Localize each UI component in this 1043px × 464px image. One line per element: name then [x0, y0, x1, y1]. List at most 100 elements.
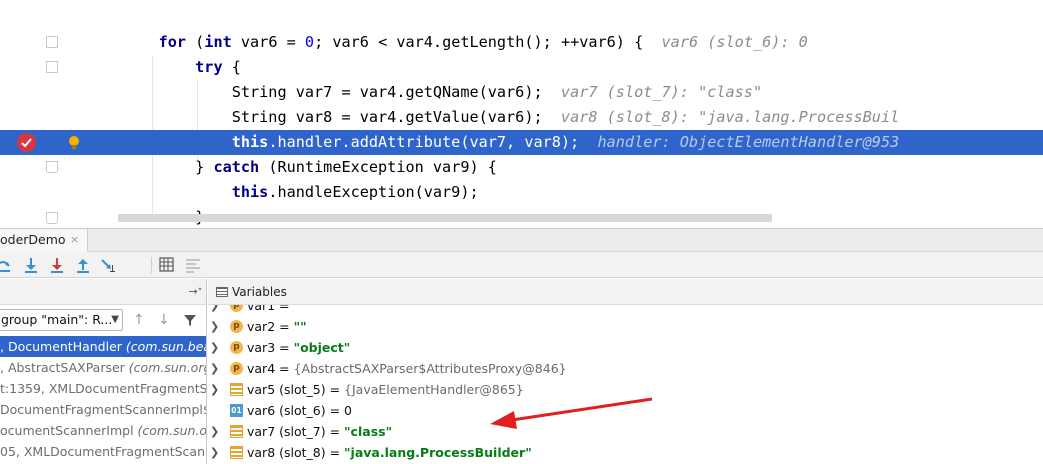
variable-value: "class": [344, 424, 393, 439]
frame-package: (com.sun.beans: [125, 339, 206, 354]
code-line[interactable]: for (int var6 = 0; var6 < var4.getLength…: [0, 30, 1043, 55]
code-line[interactable]: } catch (RuntimeException var9) {: [0, 155, 1043, 180]
code-token: {: [222, 58, 241, 76]
variable-value: {JavaElementHandler@865}: [344, 382, 524, 397]
keyword-token: for: [158, 33, 187, 51]
variable-row[interactable]: ❯ var8 (slot_8) = "java.lang.ProcessBuild…: [208, 442, 1043, 463]
tab-debug-session[interactable]: oderDemo ×: [0, 229, 88, 252]
code-editor[interactable]: for (int var6 = 0; var6 < var4.getLength…: [0, 0, 1043, 228]
variable-text: var7 (slot_7) = "class": [247, 424, 393, 439]
expand-icon[interactable]: ❯: [210, 358, 219, 379]
inline-value-hint: var6 (slot_6): 0: [661, 33, 808, 51]
arrow-down-icon[interactable]: ↓: [158, 312, 170, 328]
variable-row[interactable]: ❯ p var2 = "": [208, 316, 1043, 337]
code-token: var6 =: [231, 33, 305, 51]
step-over-icon[interactable]: [0, 256, 12, 274]
run-to-cursor-icon[interactable]: [100, 256, 118, 274]
variable-row[interactable]: ❯ var5 (slot_5) = {JavaElementHandler@865…: [208, 379, 1043, 400]
variables-icon: [216, 287, 228, 297]
variables-title: Variables: [232, 285, 287, 299]
frame-method: 05, XMLDocumentFragmentScanner: [0, 444, 206, 459]
code-line[interactable]: this.handleException(var9);: [0, 180, 1043, 205]
frame-item[interactable]: DocumentFragmentScannerImpl$Frag: [0, 399, 206, 420]
code-token: String var7 = var4.getQName(var6);: [231, 83, 543, 101]
code-text: this.handler.addAttribute(var7, var8); h…: [122, 130, 900, 155]
close-icon[interactable]: ×: [70, 229, 79, 251]
frame-item[interactable]: 05, XMLDocumentFragmentScanner: [0, 441, 206, 462]
frame-method: , AbstractSAXParser: [0, 360, 129, 375]
code-token: (: [186, 33, 205, 51]
variable-row[interactable]: ❯ p var3 = "object": [208, 337, 1043, 358]
horizontal-scrollbar[interactable]: [118, 214, 772, 222]
frame-method: DocumentFragmentScannerImpl$Frag: [0, 402, 206, 417]
debug-tab-bar: oderDemo ×: [0, 228, 1043, 252]
step-into-icon[interactable]: [22, 256, 40, 274]
code-token: (RuntimeException var9) {: [259, 158, 497, 176]
parameter-icon: p: [230, 341, 243, 354]
expand-icon[interactable]: ❯: [210, 337, 219, 358]
variable-text: var2 = "": [247, 319, 307, 334]
field-icon: [230, 446, 243, 459]
trace-icon[interactable]: [184, 256, 202, 274]
expand-icon[interactable]: ❯: [210, 316, 219, 337]
parameter-icon: p: [230, 305, 243, 312]
variable-name: var8 (slot_8): [247, 445, 326, 460]
primitive-icon: 01: [230, 404, 243, 417]
filter-icon[interactable]: [183, 313, 197, 327]
thread-selector[interactable]: group "main": R... ▼: [0, 309, 123, 331]
parameter-icon: p: [230, 362, 243, 375]
inline-value-hint: var8 (slot_8): "java.lang.ProcessBuil: [560, 108, 900, 126]
variable-text: var4 = {AbstractSAXParser$AttributesProx…: [247, 361, 567, 376]
variable-text: var6 (slot_6) = 0: [247, 403, 352, 418]
variable-text: var1 =: [247, 305, 290, 316]
variable-name: var6 (slot_6): [247, 403, 326, 418]
code-text: String var7 = var4.getQName(var6); var7 …: [122, 80, 762, 105]
code-text: } catch (RuntimeException var9) {: [122, 155, 497, 180]
intention-bulb-icon[interactable]: [68, 134, 80, 150]
variable-name: var4: [247, 361, 276, 376]
expand-icon[interactable]: ❯: [210, 305, 219, 316]
frame-package: (com.sun.org.a: [137, 423, 206, 438]
variable-row[interactable]: ❯ var7 (slot_7) = "class": [208, 421, 1043, 442]
force-step-into-icon[interactable]: [48, 256, 66, 274]
expand-icon[interactable]: ❯: [210, 379, 219, 400]
variable-row[interactable]: ❯ p var1 =: [208, 305, 1043, 316]
variable-value: "": [293, 319, 307, 334]
expand-icon[interactable]: ❯: [210, 421, 219, 442]
evaluate-expression-icon[interactable]: [158, 256, 176, 274]
code-token: ; var6 < var4.getLength(); ++var6) {: [314, 33, 644, 51]
keyword-token: catch: [213, 158, 260, 176]
breakpoint-icon[interactable]: [17, 133, 36, 152]
variable-name: var5 (slot_5): [247, 382, 326, 397]
frame-method: , DocumentHandler: [0, 339, 126, 354]
frame-item[interactable]: , AbstractSAXParser (com.sun.org.a: [0, 357, 206, 378]
variable-row[interactable]: 01 var6 (slot_6) = 0: [208, 400, 1043, 421]
parameter-icon: p: [230, 320, 243, 333]
pin-icon[interactable]: →ᐩ: [189, 279, 203, 305]
toolbar-separator: [151, 257, 152, 273]
thread-selector-value: group "main": R...: [1, 312, 113, 327]
frame-item[interactable]: , DocumentHandler (com.sun.beans: [0, 336, 206, 357]
arrow-up-icon[interactable]: ↑: [133, 312, 145, 328]
step-out-icon[interactable]: [74, 256, 92, 274]
debugger-toolbar: [0, 252, 1043, 278]
frame-item[interactable]: ocumentScannerImpl (com.sun.org.a: [0, 420, 206, 441]
number-token: 0: [304, 33, 315, 51]
expand-icon[interactable]: ❯: [210, 442, 219, 463]
chevron-down-icon: ▼: [111, 314, 119, 325]
code-line[interactable]: String var8 = var4.getValue(var6); var8 …: [0, 105, 1043, 130]
code-token: String var8 = var4.getValue(var6);: [231, 108, 543, 126]
variable-text: var8 (slot_8) = "java.lang.ProcessBuilde…: [247, 445, 532, 460]
frame-item[interactable]: t:1359, XMLDocumentFragmentScan: [0, 378, 206, 399]
variable-value: 0: [344, 403, 352, 418]
keyword-token: this: [231, 133, 269, 151]
keyword-token: try: [195, 58, 223, 76]
code-line[interactable]: try {: [0, 55, 1043, 80]
code-line[interactable]: String var7 = var4.getQName(var6); var7 …: [0, 80, 1043, 105]
variable-row[interactable]: ❯ p var4 = {AbstractSAXParser$AttributesPr…: [208, 358, 1043, 379]
execution-line[interactable]: this.handler.addAttribute(var7, var8); h…: [0, 130, 1043, 155]
variable-value: {AbstractSAXParser$AttributesProxy@846}: [293, 361, 567, 376]
code-text: try {: [122, 55, 241, 80]
frames-panel: →ᐩ group "main": R... ▼ ↑ ↓ , DocumentHa…: [0, 279, 207, 464]
field-icon: [230, 425, 243, 438]
